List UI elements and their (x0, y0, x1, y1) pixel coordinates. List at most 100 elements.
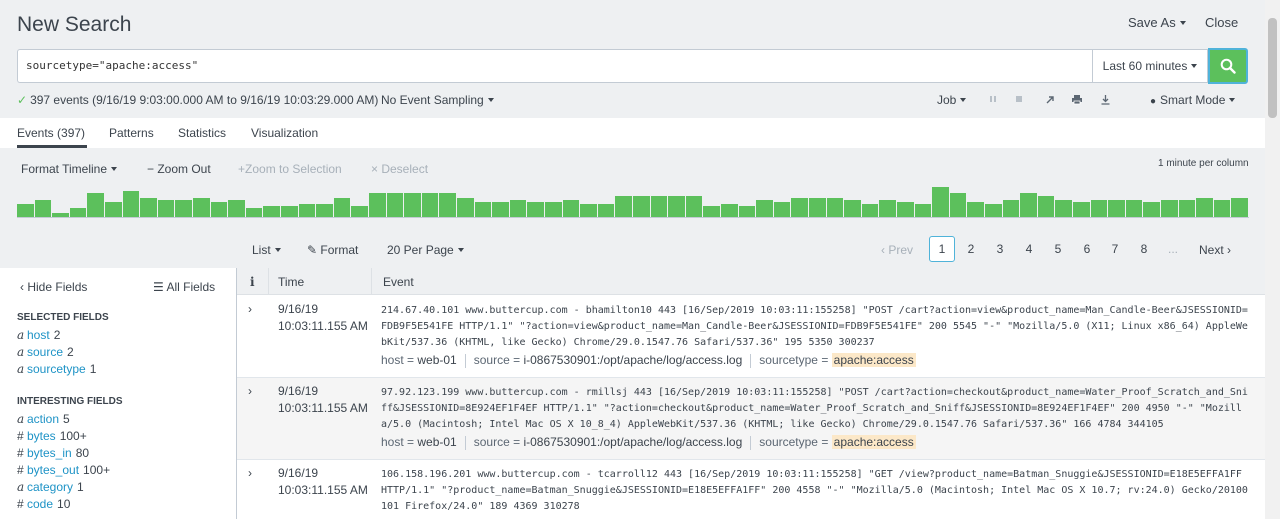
timeline-bar[interactable] (34, 200, 52, 217)
expand-row-icon[interactable]: › (248, 302, 252, 316)
event-column-header[interactable]: Event (383, 275, 414, 289)
prev-page-button[interactable]: ‹ Prev (881, 243, 913, 257)
timeline-bar[interactable] (791, 198, 808, 217)
timeline-bar[interactable] (404, 193, 421, 217)
table-row[interactable]: › 9/16/19 10:03:11.155 AM 97.92.123.199 w… (237, 378, 1265, 460)
timeline-bar[interactable] (914, 204, 932, 217)
timeline-bar[interactable] (615, 196, 632, 217)
page-4-button[interactable]: 4 (1016, 236, 1042, 262)
export-icon[interactable] (1098, 92, 1112, 106)
timeline-bar[interactable] (421, 193, 439, 217)
page-scrollbar[interactable] (1265, 0, 1280, 519)
format-timeline-menu[interactable]: Format Timeline (21, 162, 118, 176)
timeline-bar[interactable] (985, 204, 1002, 217)
timeline-bar[interactable] (721, 204, 738, 217)
field-sourcetype[interactable]: a sourcetype 1 (17, 362, 96, 376)
timeline-bar[interactable] (897, 202, 914, 217)
timeline-bar[interactable] (333, 198, 351, 217)
host-field-value[interactable]: web-01 (417, 435, 456, 449)
timeline-bar[interactable] (1143, 202, 1160, 217)
timeline-bar[interactable] (1108, 200, 1125, 217)
timeline-bar[interactable] (1161, 200, 1178, 217)
timeline-bar[interactable] (439, 193, 456, 217)
page-6-button[interactable]: 6 (1074, 236, 1100, 262)
timeline-bar[interactable] (1020, 193, 1037, 217)
timeline-bar[interactable] (580, 204, 597, 217)
timeline-bar[interactable] (1125, 200, 1143, 217)
page-3-button[interactable]: 3 (987, 236, 1013, 262)
field-action[interactable]: a action 5 (17, 412, 70, 426)
timeline-bar[interactable] (1002, 200, 1020, 217)
timeline-bar[interactable] (105, 202, 122, 217)
zoom-to-selection-button[interactable]: +Zoom to Selection (238, 162, 342, 176)
event-sampling-menu[interactable]: No Event Sampling (381, 93, 494, 107)
timeline-bar[interactable] (668, 196, 685, 217)
page-7-button[interactable]: 7 (1102, 236, 1128, 262)
timeline-bar[interactable] (1196, 198, 1213, 217)
host-field-value[interactable]: web-01 (417, 353, 456, 367)
timeline-bar[interactable] (1090, 200, 1108, 217)
table-row[interactable]: › 9/16/19 10:03:11.155 AM 214.67.40.101 w… (237, 296, 1265, 378)
timeline-bar[interactable] (122, 191, 140, 217)
timeline-bar[interactable] (210, 202, 228, 217)
timeline-bar[interactable] (826, 198, 844, 217)
timeline-bar[interactable] (193, 198, 210, 217)
print-icon[interactable] (1070, 92, 1084, 106)
timeline-bar[interactable] (228, 200, 245, 217)
close-button[interactable]: Close (1205, 15, 1238, 30)
next-page-button[interactable]: Next › (1199, 243, 1231, 257)
page-2-button[interactable]: 2 (958, 236, 984, 262)
source-field-value[interactable]: i-0867530901:/opt/apache/log/access.log (523, 435, 742, 449)
field-bytes-in[interactable]: # bytes_in 80 (17, 446, 89, 460)
timeline-bar[interactable] (562, 200, 580, 217)
time-column-header[interactable]: Time (278, 275, 304, 289)
field-bytes[interactable]: # bytes 100+ (17, 429, 87, 443)
source-field-value[interactable]: i-0867530901:/opt/apache/log/access.log (523, 353, 742, 367)
timeline-bar[interactable] (1073, 202, 1090, 217)
timeline-bar[interactable] (492, 202, 509, 217)
per-page-menu[interactable]: 20 Per Page (387, 243, 464, 257)
timeline-bar[interactable] (738, 206, 756, 217)
timeline-bar[interactable] (369, 193, 386, 217)
timeline-bar[interactable] (773, 202, 791, 217)
tab-visualization[interactable]: Visualization (251, 126, 318, 140)
all-fields-button[interactable]: ☰ All Fields (153, 280, 215, 294)
time-range-picker[interactable]: Last 60 minutes (1092, 49, 1208, 83)
timeline-bar[interactable] (756, 200, 773, 217)
field-source[interactable]: a source 2 (17, 345, 74, 359)
timeline-bar[interactable] (949, 193, 967, 217)
timeline-chart[interactable] (17, 186, 1249, 218)
deselect-button[interactable]: × Deselect (371, 162, 428, 176)
search-button[interactable] (1208, 48, 1248, 84)
field-code[interactable]: # code 10 (17, 497, 70, 511)
pause-icon[interactable] (986, 92, 1000, 106)
timeline-bar[interactable] (1037, 196, 1055, 217)
timeline-bar[interactable] (844, 200, 861, 217)
timeline-bar[interactable] (140, 198, 157, 217)
field-bytes-out[interactable]: # bytes_out 100+ (17, 463, 110, 477)
page-5-button[interactable]: 5 (1045, 236, 1071, 262)
timeline-bar[interactable] (245, 208, 263, 217)
timeline-bar[interactable] (1231, 198, 1248, 217)
page-1-button[interactable]: 1 (929, 236, 955, 262)
list-menu[interactable]: List (252, 243, 281, 257)
timeline-bar[interactable] (809, 198, 826, 217)
share-icon[interactable] (1043, 92, 1057, 106)
timeline-bar[interactable] (298, 204, 316, 217)
hide-fields-button[interactable]: ‹ Hide Fields (20, 280, 87, 294)
timeline-bar[interactable] (157, 200, 175, 217)
scrollbar-thumb[interactable] (1268, 18, 1277, 118)
timeline-bar[interactable] (457, 198, 474, 217)
timeline-bar[interactable] (474, 202, 492, 217)
timeline-bar[interactable] (527, 202, 544, 217)
timeline-bar[interactable] (650, 196, 668, 217)
timeline-bar[interactable] (1213, 200, 1231, 217)
timeline-bar[interactable] (17, 204, 34, 217)
expand-row-icon[interactable]: › (248, 466, 252, 480)
stop-icon[interactable] (1012, 92, 1026, 106)
timeline-bar[interactable] (633, 196, 650, 217)
timeline-bar[interactable] (263, 206, 280, 217)
timeline-bar[interactable] (597, 204, 615, 217)
search-input[interactable]: sourcetype="apache:access" (17, 49, 1092, 83)
job-menu[interactable]: Job (937, 93, 967, 107)
